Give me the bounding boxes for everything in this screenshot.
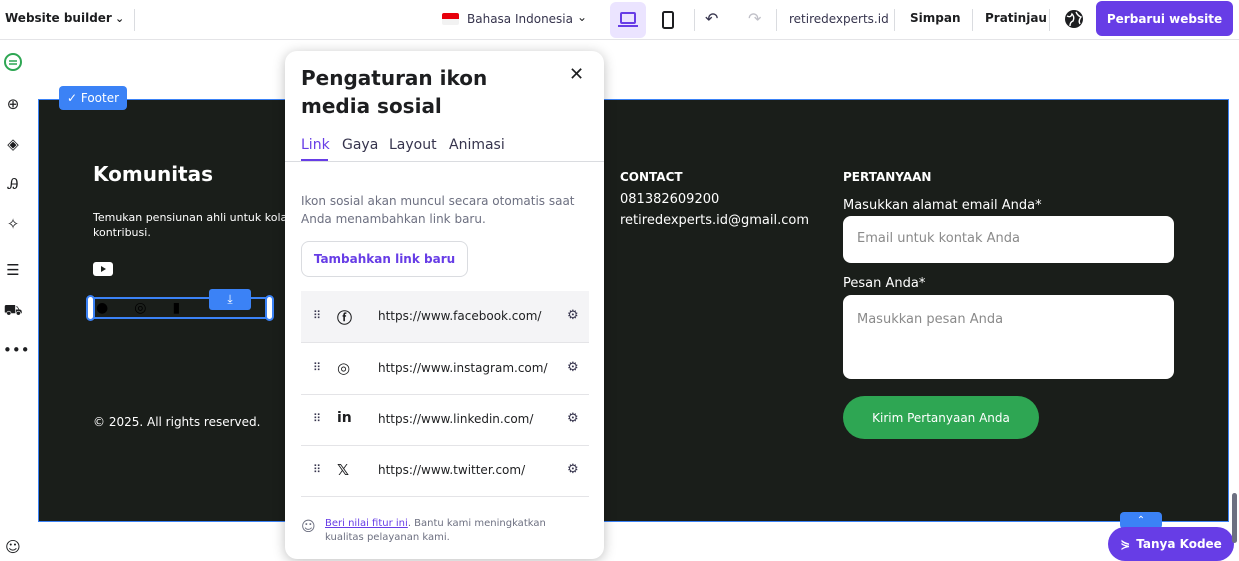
divider: [894, 9, 895, 31]
ai-icon[interactable]: ✧: [3, 214, 23, 234]
phone-icon: [662, 11, 674, 29]
resize-handle-left[interactable]: [86, 295, 95, 321]
message-textarea[interactable]: Masukkan pesan Anda: [843, 295, 1174, 379]
link-url: https://www.linkedin.com/: [378, 412, 534, 426]
link-url: https://www.twitter.com/: [378, 463, 526, 477]
rate-feature-link[interactable]: Beri nilai fitur ini: [325, 518, 408, 529]
contact-phone: 081382609200: [620, 192, 720, 207]
email-input[interactable]: Email untuk kontak Anda: [843, 216, 1174, 263]
more-icon[interactable]: •••: [3, 340, 30, 360]
tab-link[interactable]: Link: [301, 137, 330, 153]
social-link-row[interactable]: ⠿ 𝕏 https://www.twitter.com/ ⚙: [301, 445, 589, 497]
copyright-text: © 2025. All rights reserved.: [93, 415, 261, 429]
questions-title: PERTANYAAN: [843, 170, 932, 184]
smiley-icon: ☺: [301, 519, 316, 535]
language-selector[interactable]: Bahasa Indonesia: [467, 12, 573, 26]
laptop-icon: [618, 12, 638, 27]
tab-animation[interactable]: Animasi: [449, 137, 505, 153]
community-text-line: kontribusi.: [93, 226, 151, 239]
x-icon: 𝕏: [337, 461, 350, 479]
drag-handle-icon[interactable]: ⠿: [313, 412, 321, 425]
drag-handle-icon[interactable]: ⠿: [313, 361, 321, 374]
linkedin-icon: ▮: [172, 300, 207, 316]
preview-button[interactable]: Pratinjau: [985, 11, 1047, 25]
styles-icon[interactable]: Ꭿ: [3, 174, 23, 194]
undo-icon[interactable]: ↶: [705, 9, 718, 28]
resize-handle-right[interactable]: [265, 295, 274, 321]
indonesia-flag-icon: [442, 13, 459, 25]
desktop-view-button[interactable]: [610, 2, 646, 38]
close-icon[interactable]: ✕: [569, 64, 584, 85]
tab-layout[interactable]: Layout: [389, 137, 437, 153]
social-icons-row: ●◎▮: [96, 300, 206, 316]
footer-tag[interactable]: ✓ Footer: [59, 86, 128, 110]
gear-icon[interactable]: ⚙: [567, 308, 579, 323]
email-label: Masukkan alamat email Anda*: [843, 198, 1042, 213]
top-bar: Website builder ⌄ Bahasa Indonesia ⌄ ↶ ↷…: [0, 0, 1239, 40]
modal-title: Pengaturan ikon media sosial: [301, 66, 488, 118]
site-domain[interactable]: retiredexperts.id: [789, 12, 889, 26]
social-link-row[interactable]: ⠿ ⓕ https://www.facebook.com/ ⚙: [301, 291, 589, 343]
layers-icon[interactable]: ◈: [3, 134, 23, 154]
community-text: Temukan pensiunan ahli untuk kolab kontr…: [93, 210, 285, 240]
chevron-down-icon[interactable]: ⌄: [577, 10, 587, 24]
logo-icon[interactable]: [3, 53, 23, 73]
drag-handle-icon[interactable]: ⠿: [313, 463, 321, 476]
feedback-note: ☺ Beri nilai fitur ini. Bantu kami menin…: [301, 517, 581, 545]
instagram-icon: ◎: [337, 359, 351, 377]
tab-style[interactable]: Gaya: [342, 137, 378, 153]
website-builder-menu[interactable]: Website builder ⌄: [5, 11, 124, 25]
social-link-row[interactable]: ⠿ ◎ https://www.instagram.com/ ⚙: [301, 343, 589, 395]
divider: [134, 9, 135, 31]
gear-icon[interactable]: ⚙: [567, 411, 579, 426]
divider: [1049, 9, 1050, 31]
instagram-icon: ◎: [134, 300, 173, 316]
divider: [972, 9, 973, 31]
message-label: Pesan Anda*: [843, 276, 926, 291]
facebook-icon: ⓕ: [337, 309, 353, 327]
download-icon[interactable]: ⤓: [209, 289, 251, 310]
linkedin-icon: in: [337, 410, 352, 426]
contact-title: CONTACT: [620, 170, 683, 184]
store-icon[interactable]: ⛟: [3, 300, 23, 320]
redo-icon[interactable]: ↷: [748, 9, 761, 28]
community-title: Komunitas: [93, 162, 214, 186]
divider: [776, 9, 777, 31]
left-sidebar: ⊕ ◈ Ꭿ ✧ ☰ ⛟ ••• ☺: [0, 40, 30, 561]
social-link-row[interactable]: ⠿ in https://www.linkedin.com/ ⚙: [301, 394, 589, 446]
mobile-view-button[interactable]: [650, 2, 686, 38]
community-text-line: Temukan pensiunan ahli untuk kolab: [93, 211, 285, 224]
ask-kodee-label: Tanya Kodee: [1136, 537, 1222, 551]
submit-question-button[interactable]: Kirim Pertanyaan Anda: [843, 396, 1039, 439]
ask-kodee-button[interactable]: ⋟ Tanya Kodee: [1108, 527, 1234, 561]
divider: [694, 9, 695, 31]
pages-icon[interactable]: ☰: [3, 260, 23, 280]
link-url: https://www.facebook.com/: [378, 309, 542, 323]
gear-icon[interactable]: ⚙: [567, 360, 579, 375]
help-icon[interactable]: ☺: [3, 537, 23, 557]
contact-email: retiredexperts.id@gmail.com: [620, 213, 810, 228]
chevron-down-icon: ⌄: [115, 12, 125, 25]
tabs-divider: [285, 161, 604, 162]
update-website-button[interactable]: Perbarui website: [1096, 1, 1233, 36]
social-icons-settings-modal: Pengaturan ikon media sosial ✕ Link Gaya…: [285, 51, 604, 559]
modal-hint: Ikon sosial akan muncul secara otomatis …: [301, 194, 575, 226]
scrollbar[interactable]: [1232, 493, 1237, 543]
youtube-icon[interactable]: [93, 262, 113, 276]
add-link-button[interactable]: Tambahkan link baru: [301, 241, 468, 277]
drag-handle-icon[interactable]: ⠿: [313, 309, 321, 322]
kodee-icon: ⋟: [1120, 537, 1131, 551]
brand-label: Website builder: [5, 11, 112, 25]
save-button[interactable]: Simpan: [910, 11, 961, 25]
gear-icon[interactable]: ⚙: [567, 462, 579, 477]
facebook-icon: ●: [96, 300, 135, 316]
add-icon[interactable]: ⊕: [3, 94, 23, 114]
link-url: https://www.instagram.com/: [378, 361, 548, 375]
globe-icon[interactable]: [1064, 9, 1084, 29]
